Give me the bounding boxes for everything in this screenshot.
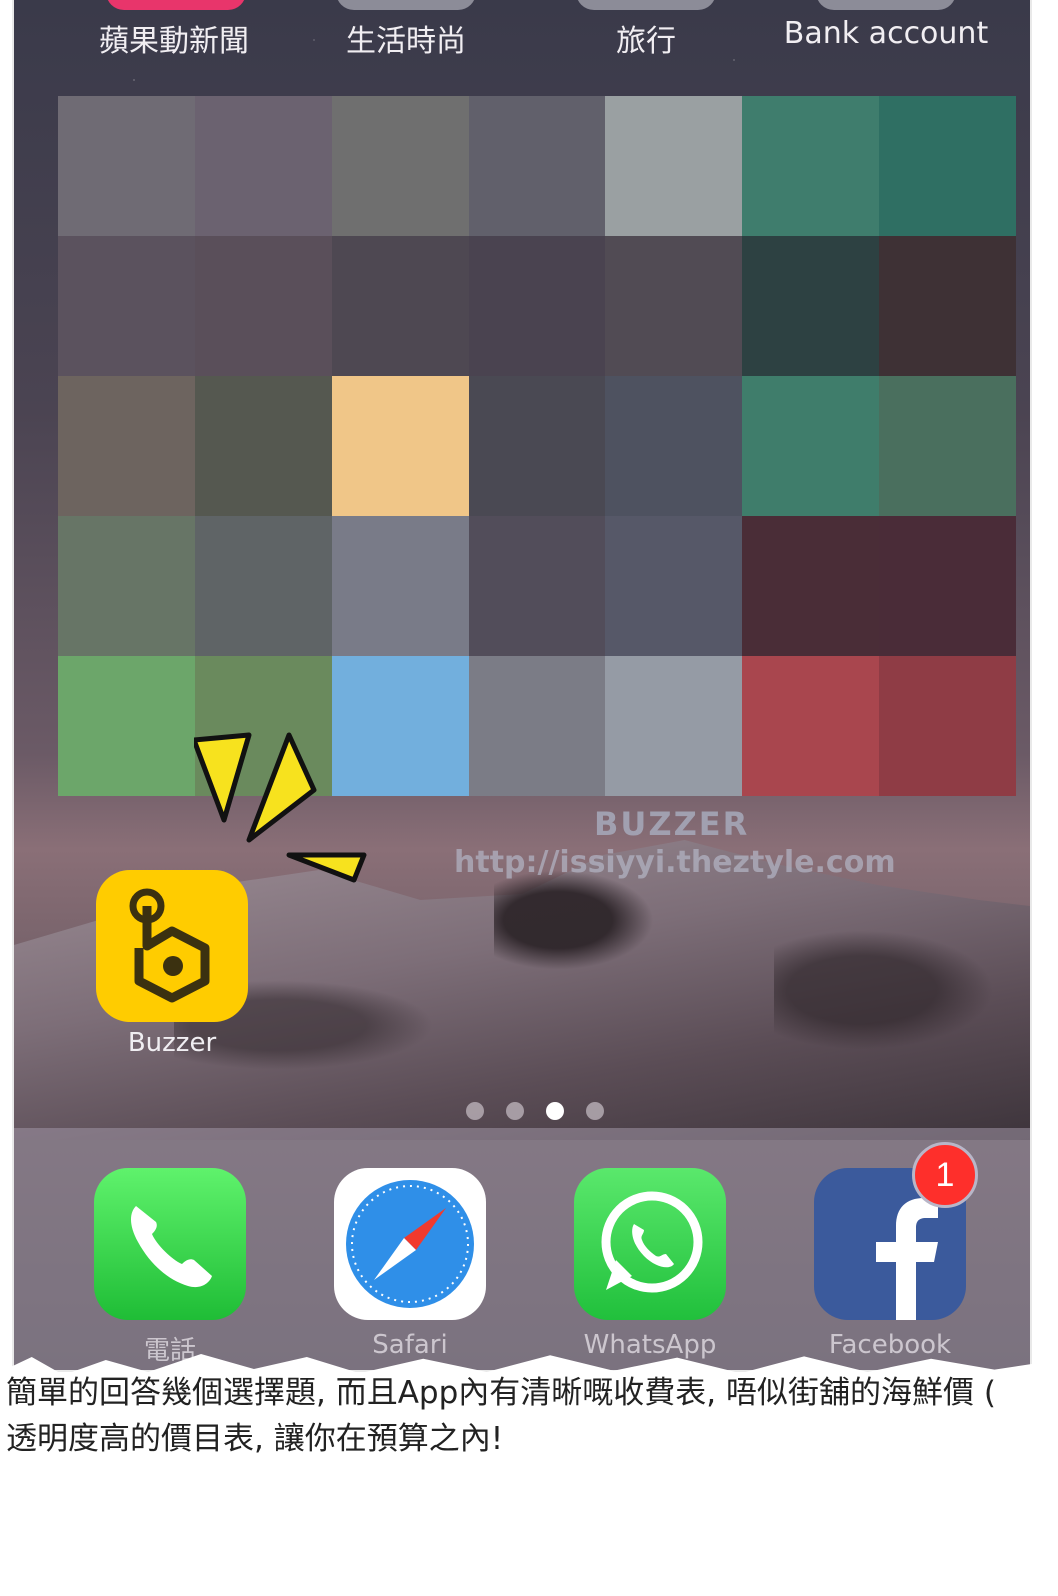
page-dot[interactable] [466, 1102, 484, 1120]
notification-badge: 1 [912, 1142, 978, 1208]
whatsapp-icon [574, 1168, 726, 1320]
buzzer-app[interactable]: Buzzer [92, 870, 252, 1058]
pixel-block [742, 236, 880, 376]
folder-icon [336, 0, 476, 10]
watermark-title: BUZZER [594, 805, 750, 843]
phone-icon [94, 1168, 246, 1320]
pixel-block [742, 96, 880, 236]
dock-app-phone[interactable]: 電話 [90, 1168, 250, 1367]
pixel-block [879, 656, 1017, 796]
pixel-block [331, 96, 469, 236]
pixel-block [742, 656, 880, 796]
pixel-block [605, 656, 743, 796]
app-label: 生活時尚 [346, 24, 466, 59]
folder-icon [816, 0, 956, 10]
pixel-block [331, 516, 469, 656]
pixel-block [194, 96, 332, 236]
pixel-block [194, 376, 332, 516]
app-label: Facebook [828, 1330, 952, 1360]
pixel-block [742, 376, 880, 516]
pixel-block [331, 376, 469, 516]
page-dot[interactable] [586, 1102, 604, 1120]
pixelated-app-grid [58, 96, 1017, 796]
pixel-block [468, 516, 606, 656]
dock-app-whatsapp[interactable]: WhatsApp [570, 1168, 730, 1360]
app-label: Safari [372, 1330, 448, 1360]
pixel-block [879, 96, 1017, 236]
caption-line: 透明度高的價目表, 讓你在預算之內! [6, 1421, 504, 1457]
pixel-block [468, 236, 606, 376]
mountain-rocks [774, 930, 994, 1050]
pixel-block [58, 516, 195, 656]
pixel-block [879, 376, 1017, 516]
pixel-block [742, 516, 880, 656]
page-dot[interactable] [506, 1102, 524, 1120]
pixel-block [879, 236, 1017, 376]
pixel-block [605, 236, 743, 376]
homescreen-screenshot: 蘋果動新聞 生活時尚 旅行 Bank account BUZZER http:/… [14, 0, 1030, 1370]
folder-icon [576, 0, 716, 10]
pixel-block [605, 516, 743, 656]
pixel-block [58, 96, 195, 236]
app-label: Buzzer [127, 1028, 217, 1058]
pixel-block [58, 376, 195, 516]
article-caption: 簡單的回答幾個選擇題, 而且App內有清晰嘅收費表, 唔似街舖的海鮮價 ( 透明… [6, 1370, 1058, 1462]
pixel-block [58, 236, 195, 376]
apple-daily-icon [106, 0, 246, 10]
pixel-block [468, 96, 606, 236]
page-dot-active[interactable] [546, 1102, 564, 1120]
app-label: 旅行 [616, 24, 676, 59]
page-indicator[interactable] [466, 1102, 604, 1120]
pixel-block [468, 376, 606, 516]
caption-line: 簡單的回答幾個選擇題, 而且App內有清晰嘅收費表, 唔似街舖的海鮮價 ( [6, 1375, 996, 1411]
pixel-block [605, 376, 743, 516]
pixel-block [331, 236, 469, 376]
app-label: 蘋果動新聞 [99, 24, 249, 59]
buzzer-icon [96, 870, 248, 1022]
pixel-block [879, 516, 1017, 656]
app-label: Bank account [783, 16, 989, 51]
pixel-block [194, 236, 332, 376]
dock-app-safari[interactable]: Safari [330, 1168, 490, 1360]
pixel-block [605, 96, 743, 236]
watermark-url: http://issiyyi.theztyle.com [454, 845, 896, 880]
dock-app-facebook[interactable]: 1 Facebook [810, 1142, 978, 1360]
mountain-rocks [494, 870, 654, 970]
app-label: WhatsApp [583, 1330, 717, 1360]
pixel-block [58, 656, 195, 796]
safari-compass-icon [334, 1168, 486, 1320]
pixel-block [468, 656, 606, 796]
pixel-block [194, 516, 332, 656]
